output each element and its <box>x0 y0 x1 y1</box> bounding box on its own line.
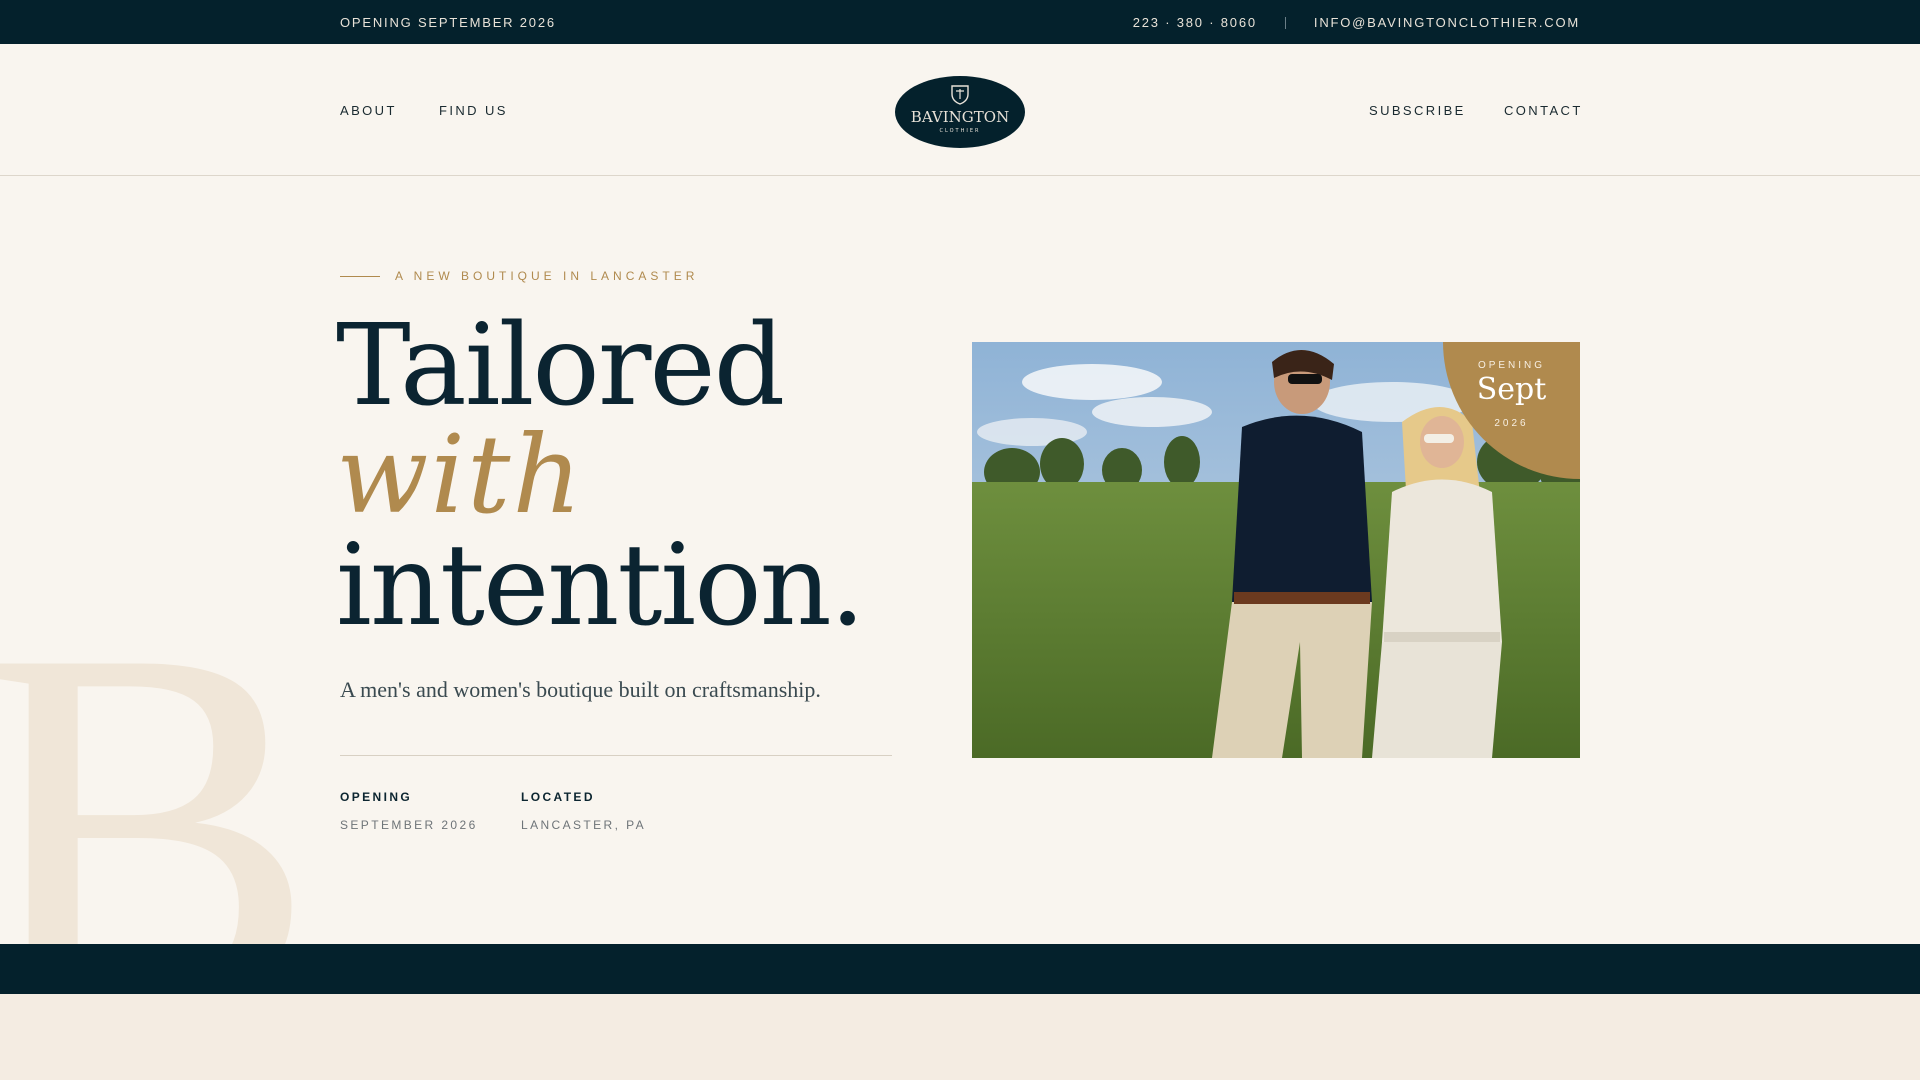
nav-find-us[interactable]: FIND US <box>439 103 508 118</box>
headline-line-1: Tailored <box>336 301 785 431</box>
footer-under <box>0 994 1920 1080</box>
bavington-logo[interactable]: BAVINGTON CLOTHIER <box>894 75 1026 149</box>
meta-opening: OPENING SEPTEMBER 2026 <box>340 790 478 832</box>
nav-subscribe[interactable]: SUBSCRIBE <box>1369 103 1466 118</box>
main-nav: ABOUT FIND US BAVINGTON CLOTHIER SUBSCRI… <box>0 44 1920 176</box>
phone-link[interactable]: 223 · 380 · 8060 <box>1133 15 1257 30</box>
headline-line-2: with <box>336 413 584 538</box>
meta-located-value: LANCASTER, PA <box>521 818 647 832</box>
badge-month: Sept <box>1476 372 1547 407</box>
nav-contact[interactable]: CONTACT <box>1504 103 1583 118</box>
headline-line-3: intention. <box>336 521 865 651</box>
divider <box>1284 16 1286 29</box>
hero-divider <box>340 755 892 756</box>
meta-located-label: LOCATED <box>521 790 595 804</box>
opening-announcement: OPENING SEPTEMBER 2026 <box>340 15 556 30</box>
contact-info: 223 · 380 · 8060 INFO@BAVINGTONCLOTHIER.… <box>1133 15 1580 30</box>
nav-about[interactable]: ABOUT <box>340 103 397 118</box>
footer-band <box>0 944 1920 994</box>
badge-label: OPENING <box>1477 360 1546 371</box>
logo-name: BAVINGTON <box>911 108 1009 126</box>
eyebrow-text: A NEW BOUTIQUE IN LANCASTER <box>395 269 699 283</box>
email-link[interactable]: INFO@BAVINGTONCLOTHIER.COM <box>1314 15 1580 30</box>
opening-badge: OPENING Sept 2026 <box>1443 342 1580 479</box>
meta-opening-label: OPENING <box>340 790 413 804</box>
meta-located: LOCATED LANCASTER, PA <box>521 790 646 832</box>
meta-opening-value: SEPTEMBER 2026 <box>340 818 478 832</box>
eyebrow-rule <box>340 275 380 277</box>
top-bar: OPENING SEPTEMBER 2026 223 · 380 · 8060 … <box>0 0 1920 44</box>
badge-year: 2026 <box>1494 418 1529 429</box>
hero-subtitle: A men's and women's boutique built on cr… <box>340 677 821 702</box>
hero-eyebrow: A NEW BOUTIQUE IN LANCASTER <box>340 269 698 283</box>
logo-tagline: CLOTHIER <box>940 128 981 134</box>
